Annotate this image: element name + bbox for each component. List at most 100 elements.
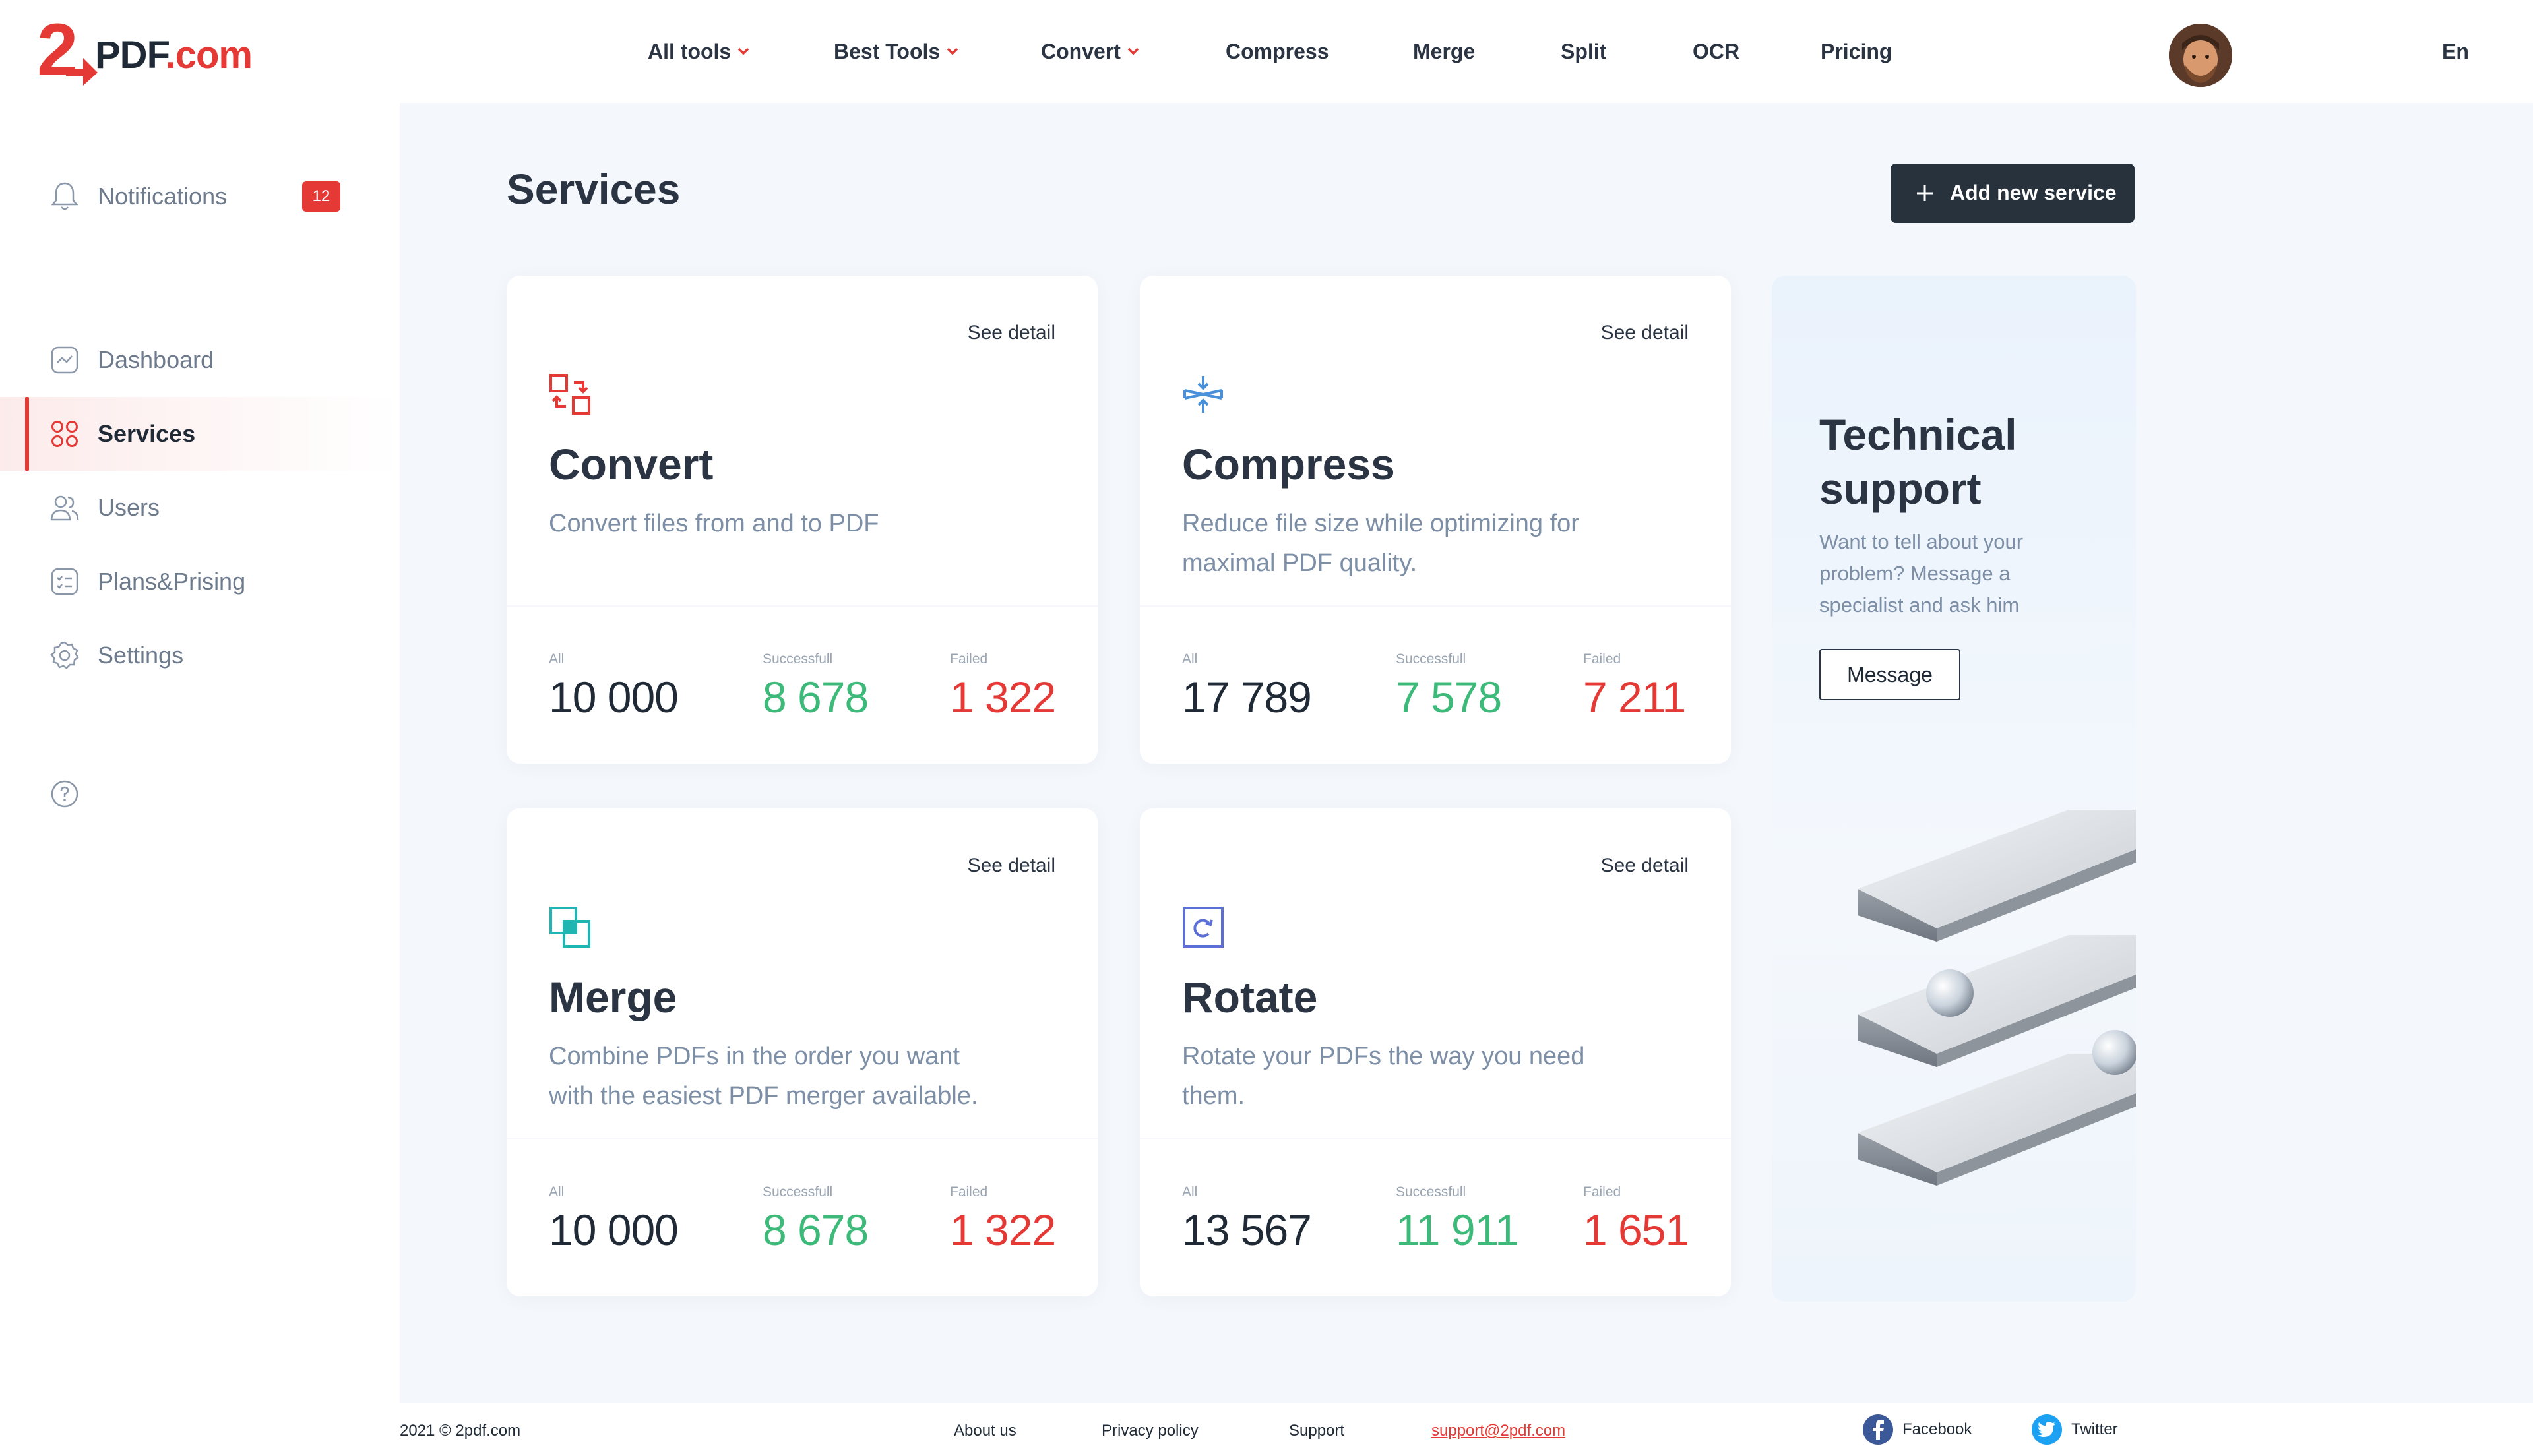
card-divider [1140,605,1731,607]
card-title: Convert [549,440,714,489]
chart-icon [49,344,80,376]
plus-icon [1917,185,1933,201]
see-detail-link[interactable]: See detail [968,855,1055,877]
nav-ocr[interactable]: OCR [1693,38,1739,65]
facebook-icon [1863,1414,1893,1445]
sidebar-item-notifications[interactable]: Notifications 12 [0,160,400,233]
card-title: Merge [549,973,677,1021]
add-new-service-label: Add new service [1950,181,2117,204]
card-title: Rotate [1182,973,1318,1021]
sidebar-help[interactable] [0,757,400,831]
top-header: 2 PDF.com All tools Best Tools Convert C… [0,0,2533,103]
stat-value: 7 211 [1583,673,1686,721]
stat-all: All 10 000 [549,1184,679,1254]
notification-count-badge: 12 [302,181,340,212]
service-card-convert: See detail Convert Convert files from an… [507,276,1098,764]
nav-label: Split [1561,39,1607,63]
stat-label: Successfull [763,652,833,667]
card-description: Reduce file size while optimizing for ma… [1182,510,1579,577]
users-icon [49,492,80,524]
logo[interactable]: 2 PDF.com [37,13,253,87]
nav-compress[interactable]: Compress [1226,38,1329,65]
stat-value: 10 000 [549,1205,679,1254]
gear-icon [49,640,80,671]
help-icon [49,778,80,810]
stat-value: 7 578 [1396,673,1502,721]
page-title: Services [507,166,681,213]
language-selector[interactable]: En [2442,40,2469,64]
stat-label: All [1182,1184,1198,1199]
service-card-compress: See detail Compress Reduce file size whi… [1140,276,1731,764]
stat-value: 1 322 [950,1205,1056,1254]
nav-convert[interactable]: Convert [1041,38,1139,65]
chevron-down-icon [1127,47,1139,55]
list-icon [49,566,80,597]
stat-value: 1 322 [950,673,1056,721]
stat-label: Successfull [1396,652,1466,667]
stat-all: All 10 000 [549,652,679,721]
footer-link-privacy[interactable]: Privacy policy [1102,1422,1199,1440]
technical-support-panel: Technical support Want to tell about you… [1772,276,2136,1302]
service-card-merge: See detail Merge Combine PDFs in the ord… [507,808,1098,1296]
card-description: Combine PDFs in the order you want with … [549,1043,978,1110]
user-avatar[interactable] [2169,24,2232,87]
sidebar-item-label: Settings [98,642,184,669]
chevron-down-icon [947,47,958,55]
merge-icon [549,907,590,948]
nav-label: Convert [1041,39,1121,63]
sidebar-item-plans[interactable]: Plans&Prising [0,545,400,619]
rotate-icon [1183,907,1224,948]
stat-label: All [1182,652,1198,667]
compress-icon [1183,376,1223,413]
stat-all: All 13 567 [1182,1184,1312,1254]
card-title: Compress [1182,440,1395,489]
stat-failed: Failed 7 211 [1583,652,1686,721]
sidebar-item-label: Plans&Prising [98,568,246,595]
stat-value: 8 678 [763,1205,869,1254]
footer: 2021 © 2pdf.com About us Privacy policy … [0,1403,2533,1456]
footer-link-about[interactable]: About us [954,1422,1016,1440]
stat-failed: Failed 1 651 [1583,1184,1689,1254]
stat-all: All 17 789 [1182,652,1312,721]
see-detail-link[interactable]: See detail [1601,855,1689,877]
see-detail-link[interactable]: See detail [1601,322,1689,344]
stat-label: All [549,1184,565,1199]
stat-successful: Successfull 8 678 [763,652,869,721]
nav-label: Pricing [1821,39,1892,63]
sidebar-item-dashboard[interactable]: Dashboard [0,323,400,397]
footer-link-support[interactable]: Support [1289,1422,1344,1440]
nav-all-tools[interactable]: All tools [648,38,749,65]
nav-split[interactable]: Split [1561,38,1606,65]
sidebar-item-users[interactable]: Users [0,471,400,545]
footer-twitter[interactable]: Twitter [2032,1412,2118,1447]
nav-merge[interactable]: Merge [1413,38,1475,65]
sidebar-item-label: Dashboard [98,346,214,373]
nav-pricing[interactable]: Pricing [1821,38,1892,65]
sidebar-item-services[interactable]: Services [0,397,400,471]
support-description: Want to tell about your problem? Message… [1819,530,2024,617]
sidebar-item-settings[interactable]: Settings [0,619,400,692]
logo-com: .com [165,33,253,76]
stat-value: 10 000 [549,673,679,721]
bell-icon [49,181,80,212]
add-new-service-button[interactable]: Add new service [1891,164,2135,223]
footer-support-email[interactable]: support@2pdf.com [1431,1422,1565,1440]
stat-value: 1 651 [1583,1205,1689,1254]
stat-label: Failed [1583,652,1621,667]
support-title: Technical support [1819,410,2017,513]
nav-best-tools[interactable]: Best Tools [834,38,958,65]
see-detail-link[interactable]: See detail [968,322,1055,344]
main-content: Services Add new service See detail Conv… [400,103,2533,1403]
footer-facebook[interactable]: Facebook [1863,1412,1972,1447]
stat-label: Successfull [1396,1184,1466,1199]
nav-label: Best Tools [834,39,941,63]
stat-successful: Successfull 7 578 [1396,652,1502,721]
nav-label: Compress [1226,39,1329,63]
logo-text: PDF.com [95,33,253,77]
stat-value: 11 911 [1396,1205,1519,1254]
avatar-image [2169,24,2232,87]
footer-copyright: 2021 © 2pdf.com [400,1422,521,1440]
message-button[interactable]: Message [1819,649,1960,700]
stat-failed: Failed 1 322 [950,1184,1056,1254]
stat-label: All [549,652,565,667]
